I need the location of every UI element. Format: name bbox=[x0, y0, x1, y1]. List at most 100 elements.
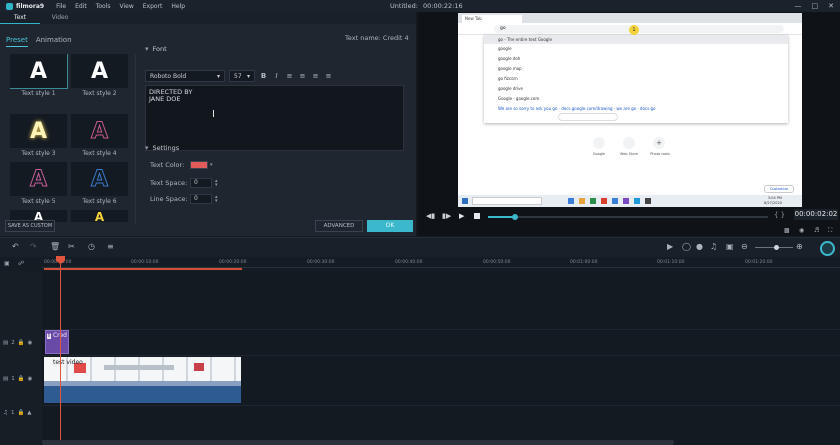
zoom-in-icon[interactable]: ⊕ bbox=[796, 242, 803, 251]
text-style-tile[interactable]: A bbox=[71, 210, 128, 222]
shortcut-row: Google Web Store + Photo tools bbox=[588, 137, 688, 163]
step-frame-icon[interactable]: ▮▶ bbox=[442, 212, 451, 220]
tab-preset[interactable]: Preset bbox=[6, 36, 28, 47]
menu-edit[interactable]: Edit bbox=[75, 3, 87, 10]
speaker-icon[interactable]: ▲ bbox=[27, 410, 31, 416]
align-left-icon[interactable]: ≡ bbox=[285, 72, 294, 80]
ok-button[interactable]: OK bbox=[367, 220, 413, 232]
undo-icon[interactable]: ↶ bbox=[12, 242, 19, 251]
tab-video[interactable]: Video bbox=[40, 12, 80, 24]
audio-track-header: ♫ 1 🔒 ▲ bbox=[0, 410, 42, 416]
settings-section-header[interactable]: ▾ Settings bbox=[145, 144, 179, 152]
eye-icon[interactable]: ◉ bbox=[28, 340, 33, 346]
zoom-slider-track[interactable] bbox=[755, 245, 793, 250]
font-controls: Roboto Bold ▾ 57 ▾ B I ≡ ≡ ≡ ≡ bbox=[145, 70, 333, 82]
add-track-icon[interactable]: ▣ bbox=[4, 260, 10, 267]
minimize-icon[interactable]: — bbox=[795, 2, 802, 10]
monitor-icon[interactable]: ▩ bbox=[784, 227, 790, 234]
text-style-tile[interactable]: A Text style 3 bbox=[10, 114, 67, 162]
snapshot-icon[interactable]: ▣ bbox=[726, 242, 734, 251]
preview-progress-handle[interactable] bbox=[512, 214, 518, 220]
preview-progress-track[interactable] bbox=[488, 214, 768, 220]
tab-animation[interactable]: Animation bbox=[36, 36, 72, 47]
bold-button[interactable]: B bbox=[259, 72, 268, 80]
stepper-icon[interactable]: ▴ ▾ bbox=[215, 195, 218, 204]
video-clip[interactable]: test video bbox=[44, 357, 241, 403]
text-color-swatch[interactable] bbox=[190, 161, 208, 169]
thumbnail-detail bbox=[194, 363, 204, 371]
menu-export[interactable]: Export bbox=[143, 3, 163, 10]
align-right-icon[interactable]: ≡ bbox=[311, 72, 320, 80]
microphone-icon[interactable]: ● bbox=[696, 242, 703, 251]
cut-icon[interactable]: ✂ bbox=[68, 242, 75, 251]
play-icon[interactable]: ▶ bbox=[459, 212, 464, 220]
ruler-tick-label: 00:00:10:00 bbox=[131, 260, 159, 265]
timeline-ruler[interactable]: ▣ ☍ 00:00:00:00 00:00:10:00 00:00:20:00 … bbox=[0, 257, 840, 271]
fullscreen-icon[interactable]: ⛶ bbox=[828, 227, 832, 235]
text-style-tile[interactable]: A Text style 4 bbox=[71, 114, 128, 162]
voiceover-icon[interactable]: ♫ bbox=[710, 242, 717, 251]
line-space-input[interactable]: 0 bbox=[190, 194, 212, 204]
font-size-select[interactable]: 57 ▾ bbox=[229, 70, 255, 82]
menu-tools[interactable]: Tools bbox=[96, 3, 111, 10]
advanced-button[interactable]: ADVANCED bbox=[315, 220, 363, 232]
text-style-preview: A bbox=[71, 114, 128, 148]
chevron-down-icon[interactable]: ▾ bbox=[210, 163, 213, 168]
stop-icon[interactable] bbox=[474, 213, 480, 219]
zoom-slider-handle[interactable] bbox=[774, 245, 779, 250]
stepper-icon[interactable]: ▴ ▾ bbox=[215, 179, 218, 188]
font-family-select[interactable]: Roboto Bold ▾ bbox=[145, 70, 225, 82]
menu-view[interactable]: View bbox=[120, 3, 134, 10]
align-justify-icon[interactable]: ≡ bbox=[324, 72, 333, 80]
suggestion-item: Google · google.com bbox=[498, 96, 540, 101]
speed-ring-icon[interactable] bbox=[820, 241, 835, 256]
text-space-row: Text Space: 0 ▴ ▾ bbox=[150, 178, 218, 188]
save-as-custom-button[interactable]: SAVE AS CUSTOM bbox=[5, 220, 55, 232]
title-clip[interactable]: T Cred bbox=[45, 330, 69, 354]
menu-file[interactable]: File bbox=[56, 3, 66, 10]
track-separator bbox=[0, 329, 840, 330]
text-content-field[interactable]: DIRECTED BY JANE DOE bbox=[145, 85, 404, 151]
font-section-header[interactable]: ▾ Font bbox=[145, 45, 167, 53]
preview-video-frame: New Tab go go - The entire text Google g… bbox=[458, 13, 802, 207]
timeline-scrollbar[interactable] bbox=[42, 440, 674, 445]
browser-tab: New Tab bbox=[462, 15, 522, 23]
camera-icon[interactable]: ◉ bbox=[799, 227, 804, 234]
rewind-icon[interactable]: ◀▮ bbox=[426, 212, 435, 220]
text-line: JANE DOE bbox=[149, 95, 181, 103]
maximize-icon[interactable]: □ bbox=[812, 2, 819, 10]
menu-help[interactable]: Help bbox=[171, 3, 185, 10]
adjust-icon[interactable]: ≡ bbox=[107, 242, 114, 251]
text-space-input[interactable]: 0 bbox=[190, 178, 212, 188]
redo-icon[interactable]: ↷ bbox=[30, 242, 37, 251]
line-space-row: Line Space: 0 ▴ ▾ bbox=[150, 194, 218, 204]
lock-icon[interactable]: 🔒 bbox=[18, 340, 25, 346]
clock-icon[interactable]: ◷ bbox=[88, 242, 95, 251]
project-name: Untitled: bbox=[390, 2, 418, 10]
volume-icon[interactable]: ♬ bbox=[814, 227, 819, 234]
text-style-tile[interactable]: A Text style 6 bbox=[71, 162, 128, 210]
shield-icon[interactable]: ◯ bbox=[682, 242, 691, 251]
link-icon[interactable]: ☍ bbox=[18, 260, 24, 267]
tab-text[interactable]: Text bbox=[0, 12, 40, 24]
lock-icon[interactable]: 🔒 bbox=[17, 410, 24, 416]
mark-in-out-icon[interactable]: { } bbox=[774, 211, 785, 219]
lock-icon[interactable]: 🔒 bbox=[18, 376, 25, 382]
render-icon[interactable]: ▶ bbox=[667, 242, 673, 251]
video-track-icon: ▤ bbox=[3, 376, 9, 382]
menu-bar: File Edit Tools View Export Help bbox=[56, 3, 185, 10]
italic-button[interactable]: I bbox=[272, 72, 281, 80]
customize-button: Customize bbox=[764, 185, 794, 193]
close-icon[interactable]: ✕ bbox=[828, 2, 834, 10]
text-style-tile[interactable]: A Text style 5 bbox=[10, 162, 67, 210]
browser-tabstrip: New Tab bbox=[458, 13, 802, 23]
thumbnail-detail bbox=[104, 365, 174, 370]
text-color-label: Text Color: bbox=[150, 161, 185, 169]
track-separator bbox=[0, 355, 840, 356]
eye-icon[interactable]: ◉ bbox=[28, 376, 33, 382]
text-style-tile[interactable]: A Text style 1 bbox=[10, 54, 68, 102]
align-center-icon[interactable]: ≡ bbox=[298, 72, 307, 80]
zoom-out-icon[interactable]: ⊖ bbox=[741, 242, 748, 251]
text-style-tile[interactable]: A Text style 2 bbox=[71, 54, 128, 102]
delete-icon[interactable]: 🗑 bbox=[50, 242, 60, 251]
